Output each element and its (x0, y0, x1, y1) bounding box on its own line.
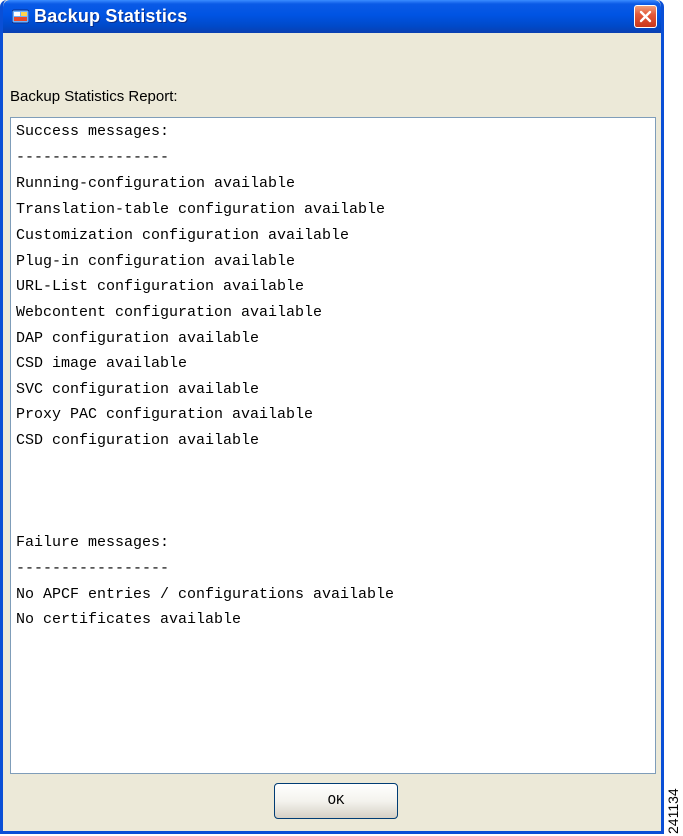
app-icon (11, 8, 30, 24)
report-label-area: Backup Statistics Report: (3, 33, 661, 117)
report-line: Success messages: (16, 123, 170, 140)
report-line: Proxy PAC configuration available (16, 406, 314, 423)
report-line: ----------------- (16, 560, 170, 577)
ok-button[interactable]: OK (274, 783, 398, 819)
report-line: ----------------- (16, 149, 170, 166)
report-line: Webcontent configuration available (16, 304, 323, 321)
close-button[interactable] (634, 5, 657, 28)
report-line: DAP configuration available (16, 330, 260, 347)
report-label: Backup Statistics Report: (10, 88, 178, 105)
title-bar[interactable]: Backup Statistics (3, 0, 661, 33)
close-icon (639, 10, 652, 23)
report-line: No APCF entries / configurations availab… (16, 586, 395, 603)
report-line: Translation-table configuration availabl… (16, 201, 386, 218)
dialog-footer: OK (3, 774, 661, 831)
window-title: Backup Statistics (34, 6, 188, 26)
report-line: Plug-in configuration available (16, 253, 296, 270)
report-line: CSD configuration available (16, 432, 260, 449)
report-line: Failure messages: (16, 534, 170, 551)
report-line: Customization configuration available (16, 227, 350, 244)
report-line: No certificates available (16, 611, 242, 628)
report-line: Running-configuration available (16, 175, 296, 192)
report-line: SVC configuration available (16, 381, 260, 398)
figure-id: 241134 (665, 788, 681, 834)
backup-statistics-dialog: Backup Statistics Backup Statistics Repo… (0, 0, 664, 834)
report-line: CSD image available (16, 355, 188, 372)
report-line: URL-List configuration available (16, 278, 305, 295)
report-text-area[interactable]: Success messages: ----------------- Runn… (10, 117, 656, 774)
